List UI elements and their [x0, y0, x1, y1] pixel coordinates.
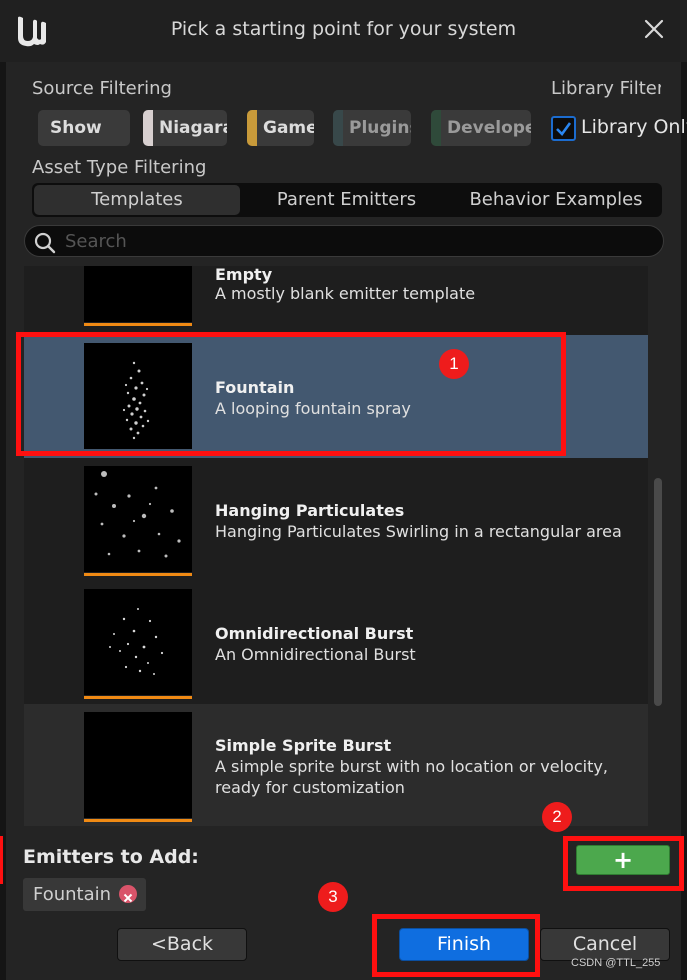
emitter-description: Hanging Particulates Swirling in a recta… [215, 522, 622, 541]
chip-game[interactable]: Game [247, 110, 314, 146]
game-color-swatch [247, 110, 257, 146]
chip-developer[interactable]: Developer [431, 110, 531, 146]
chip-label: Niagara [159, 118, 227, 138]
hanging-particulates-preview-image [94, 471, 181, 558]
chip-niagara[interactable]: Niagara [143, 110, 227, 146]
list-item-hanging-particulates[interactable]: Hanging Particulates Hanging Particulate… [24, 458, 648, 581]
annotation-box-3 [372, 914, 540, 977]
emitter-thumbnail [84, 266, 192, 326]
back-button[interactable]: <Back [117, 928, 247, 961]
title-bar: Pick a starting point for your system [0, 0, 687, 62]
chip-label: Show all [50, 118, 102, 138]
tag-label: Fountain [33, 884, 112, 905]
checkmark-icon [556, 122, 572, 136]
chip-plugins[interactable]: Plugins [333, 110, 411, 146]
library-only-checkbox[interactable] [551, 116, 576, 141]
emitter-description: A simple sprite burst with no location o… [215, 757, 608, 797]
emitters-to-add-label: Emitters to Add: [23, 846, 199, 868]
asset-type-filtering-label: Asset Type Filtering [32, 157, 207, 178]
library-only-label: Library Only [581, 116, 687, 138]
tab-parent-emitters[interactable]: Parent Emitters [244, 185, 449, 215]
emitter-thumbnail [84, 712, 192, 822]
asset-type-tabs: Templates Parent Emitters Behavior Examp… [32, 183, 662, 217]
search-icon [34, 232, 56, 254]
thumbnail-accent-bar [84, 819, 192, 822]
emitter-description: A mostly blank emitter template [215, 284, 476, 303]
list-item-omnidirectional-burst[interactable]: Omnidirectional Burst An Omnidirectional… [24, 581, 648, 704]
annotation-edge-mark [0, 836, 3, 884]
annotation-box-1 [16, 332, 566, 456]
niagara-color-swatch [143, 110, 153, 146]
remove-tag-icon[interactable] [119, 885, 137, 903]
annotation-badge-3: 3 [318, 882, 348, 912]
thumbnail-accent-bar [84, 323, 192, 326]
emitter-thumbnail [84, 466, 192, 576]
thumbnail-accent-bar [84, 573, 192, 576]
developer-color-swatch [431, 110, 441, 146]
dialog-title: Pick a starting point for your system [170, 18, 517, 40]
omnidirectional-burst-preview-image [109, 608, 164, 675]
source-filtering-label: Source Filtering [32, 78, 172, 99]
emitter-thumbnail [84, 589, 192, 699]
thumbnail-accent-bar [84, 696, 192, 699]
list-scrollbar[interactable] [654, 478, 662, 706]
emitter-name: Simple Sprite Burst [215, 736, 392, 755]
library-filter-label: Library Filter [551, 78, 661, 99]
emitter-description: An Omnidirectional Burst [215, 645, 416, 664]
search-box [24, 225, 664, 257]
chip-label: Plugins [349, 118, 411, 138]
emitter-name: Empty [215, 266, 273, 284]
annotation-badge-2: 2 [542, 802, 572, 832]
annotation-badge-1: 1 [439, 349, 469, 379]
emitter-name: Hanging Particulates [215, 501, 405, 520]
chip-show-all[interactable]: Show all [38, 110, 130, 146]
plugins-color-swatch [333, 110, 343, 146]
list-item-empty[interactable]: Empty A mostly blank emitter template [24, 266, 648, 331]
chip-label: Game [263, 118, 314, 138]
watermark: CSDN @TTL_255 [571, 957, 661, 969]
emitter-tag-fountain: Fountain [23, 878, 146, 911]
tab-behavior-examples[interactable]: Behavior Examples [452, 185, 660, 215]
tab-templates[interactable]: Templates [34, 185, 240, 215]
chip-label: Developer [447, 118, 531, 138]
close-icon[interactable] [641, 16, 667, 42]
search-input[interactable] [65, 229, 645, 253]
annotation-box-2 [563, 836, 684, 891]
emitter-name: Omnidirectional Burst [215, 624, 414, 643]
